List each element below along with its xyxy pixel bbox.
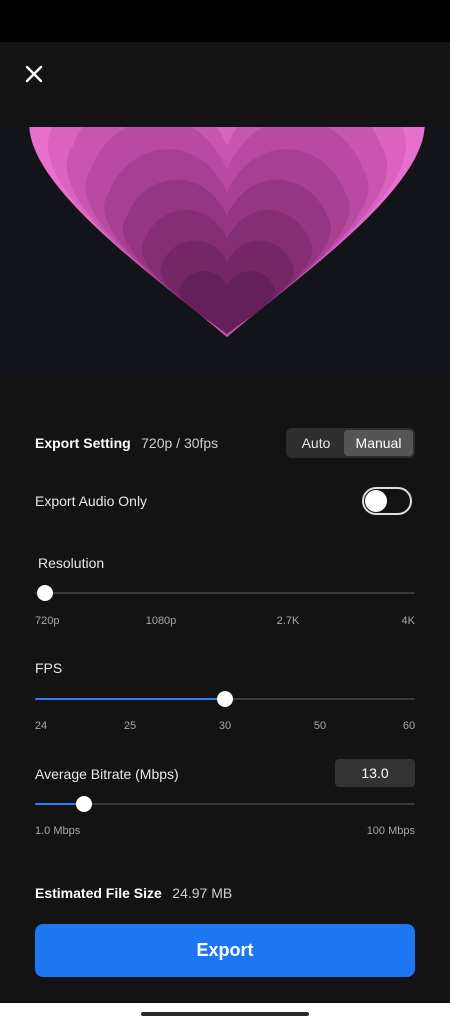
mode-segmented-control: Auto Manual <box>286 428 415 458</box>
export-setting-row: Export Setting 720p / 30fps <box>35 435 218 453</box>
export-setting-label: Export Setting <box>35 435 131 451</box>
resolution-slider-track[interactable] <box>35 592 415 594</box>
fps-tick: 60 <box>402 720 416 732</box>
fps-tick: 25 <box>123 720 137 732</box>
audio-only-toggle[interactable] <box>362 487 412 515</box>
heart-preview-image <box>29 127 425 337</box>
resolution-tick: 4K <box>401 615 415 627</box>
file-size-value: 24.97 MB <box>172 885 233 901</box>
fps-slider-thumb[interactable] <box>217 691 233 707</box>
fps-tick: 24 <box>34 720 48 732</box>
bitrate-label: Average Bitrate (Mbps) <box>35 766 179 782</box>
resolution-tick: 2.7K <box>276 615 300 627</box>
fps-label: FPS <box>35 660 63 676</box>
bitrate-min-label: 1.0 Mbps <box>35 825 81 837</box>
fps-tick: 30 <box>218 720 232 732</box>
export-setting-value: 720p / 30fps <box>141 435 219 451</box>
toggle-knob <box>365 490 387 512</box>
bitrate-value-field[interactable]: 13.0 <box>335 759 415 787</box>
mode-auto-option[interactable]: Auto <box>288 430 344 456</box>
video-preview <box>0 127 450 380</box>
status-bar <box>0 0 450 42</box>
file-size-label: Estimated File Size <box>35 885 162 901</box>
bitrate-max-label: 100 Mbps <box>366 825 415 837</box>
mode-manual-option[interactable]: Manual <box>344 430 413 456</box>
fps-tick: 50 <box>313 720 327 732</box>
home-indicator[interactable] <box>141 1012 309 1016</box>
top-bar <box>0 42 450 127</box>
resolution-label: Resolution <box>38 555 105 571</box>
resolution-tick: 1080p <box>145 615 177 627</box>
bitrate-slider-thumb[interactable] <box>76 796 92 812</box>
resolution-slider-thumb[interactable] <box>37 585 53 601</box>
audio-only-label: Export Audio Only <box>35 493 148 509</box>
fps-slider-fill <box>35 698 225 700</box>
resolution-tick: 720p <box>35 615 60 627</box>
bitrate-slider-track[interactable] <box>35 803 415 805</box>
close-button[interactable] <box>20 60 48 88</box>
file-size-row: Estimated File Size 24.97 MB <box>35 885 232 903</box>
export-button[interactable]: Export <box>35 924 415 977</box>
close-icon <box>25 65 43 83</box>
